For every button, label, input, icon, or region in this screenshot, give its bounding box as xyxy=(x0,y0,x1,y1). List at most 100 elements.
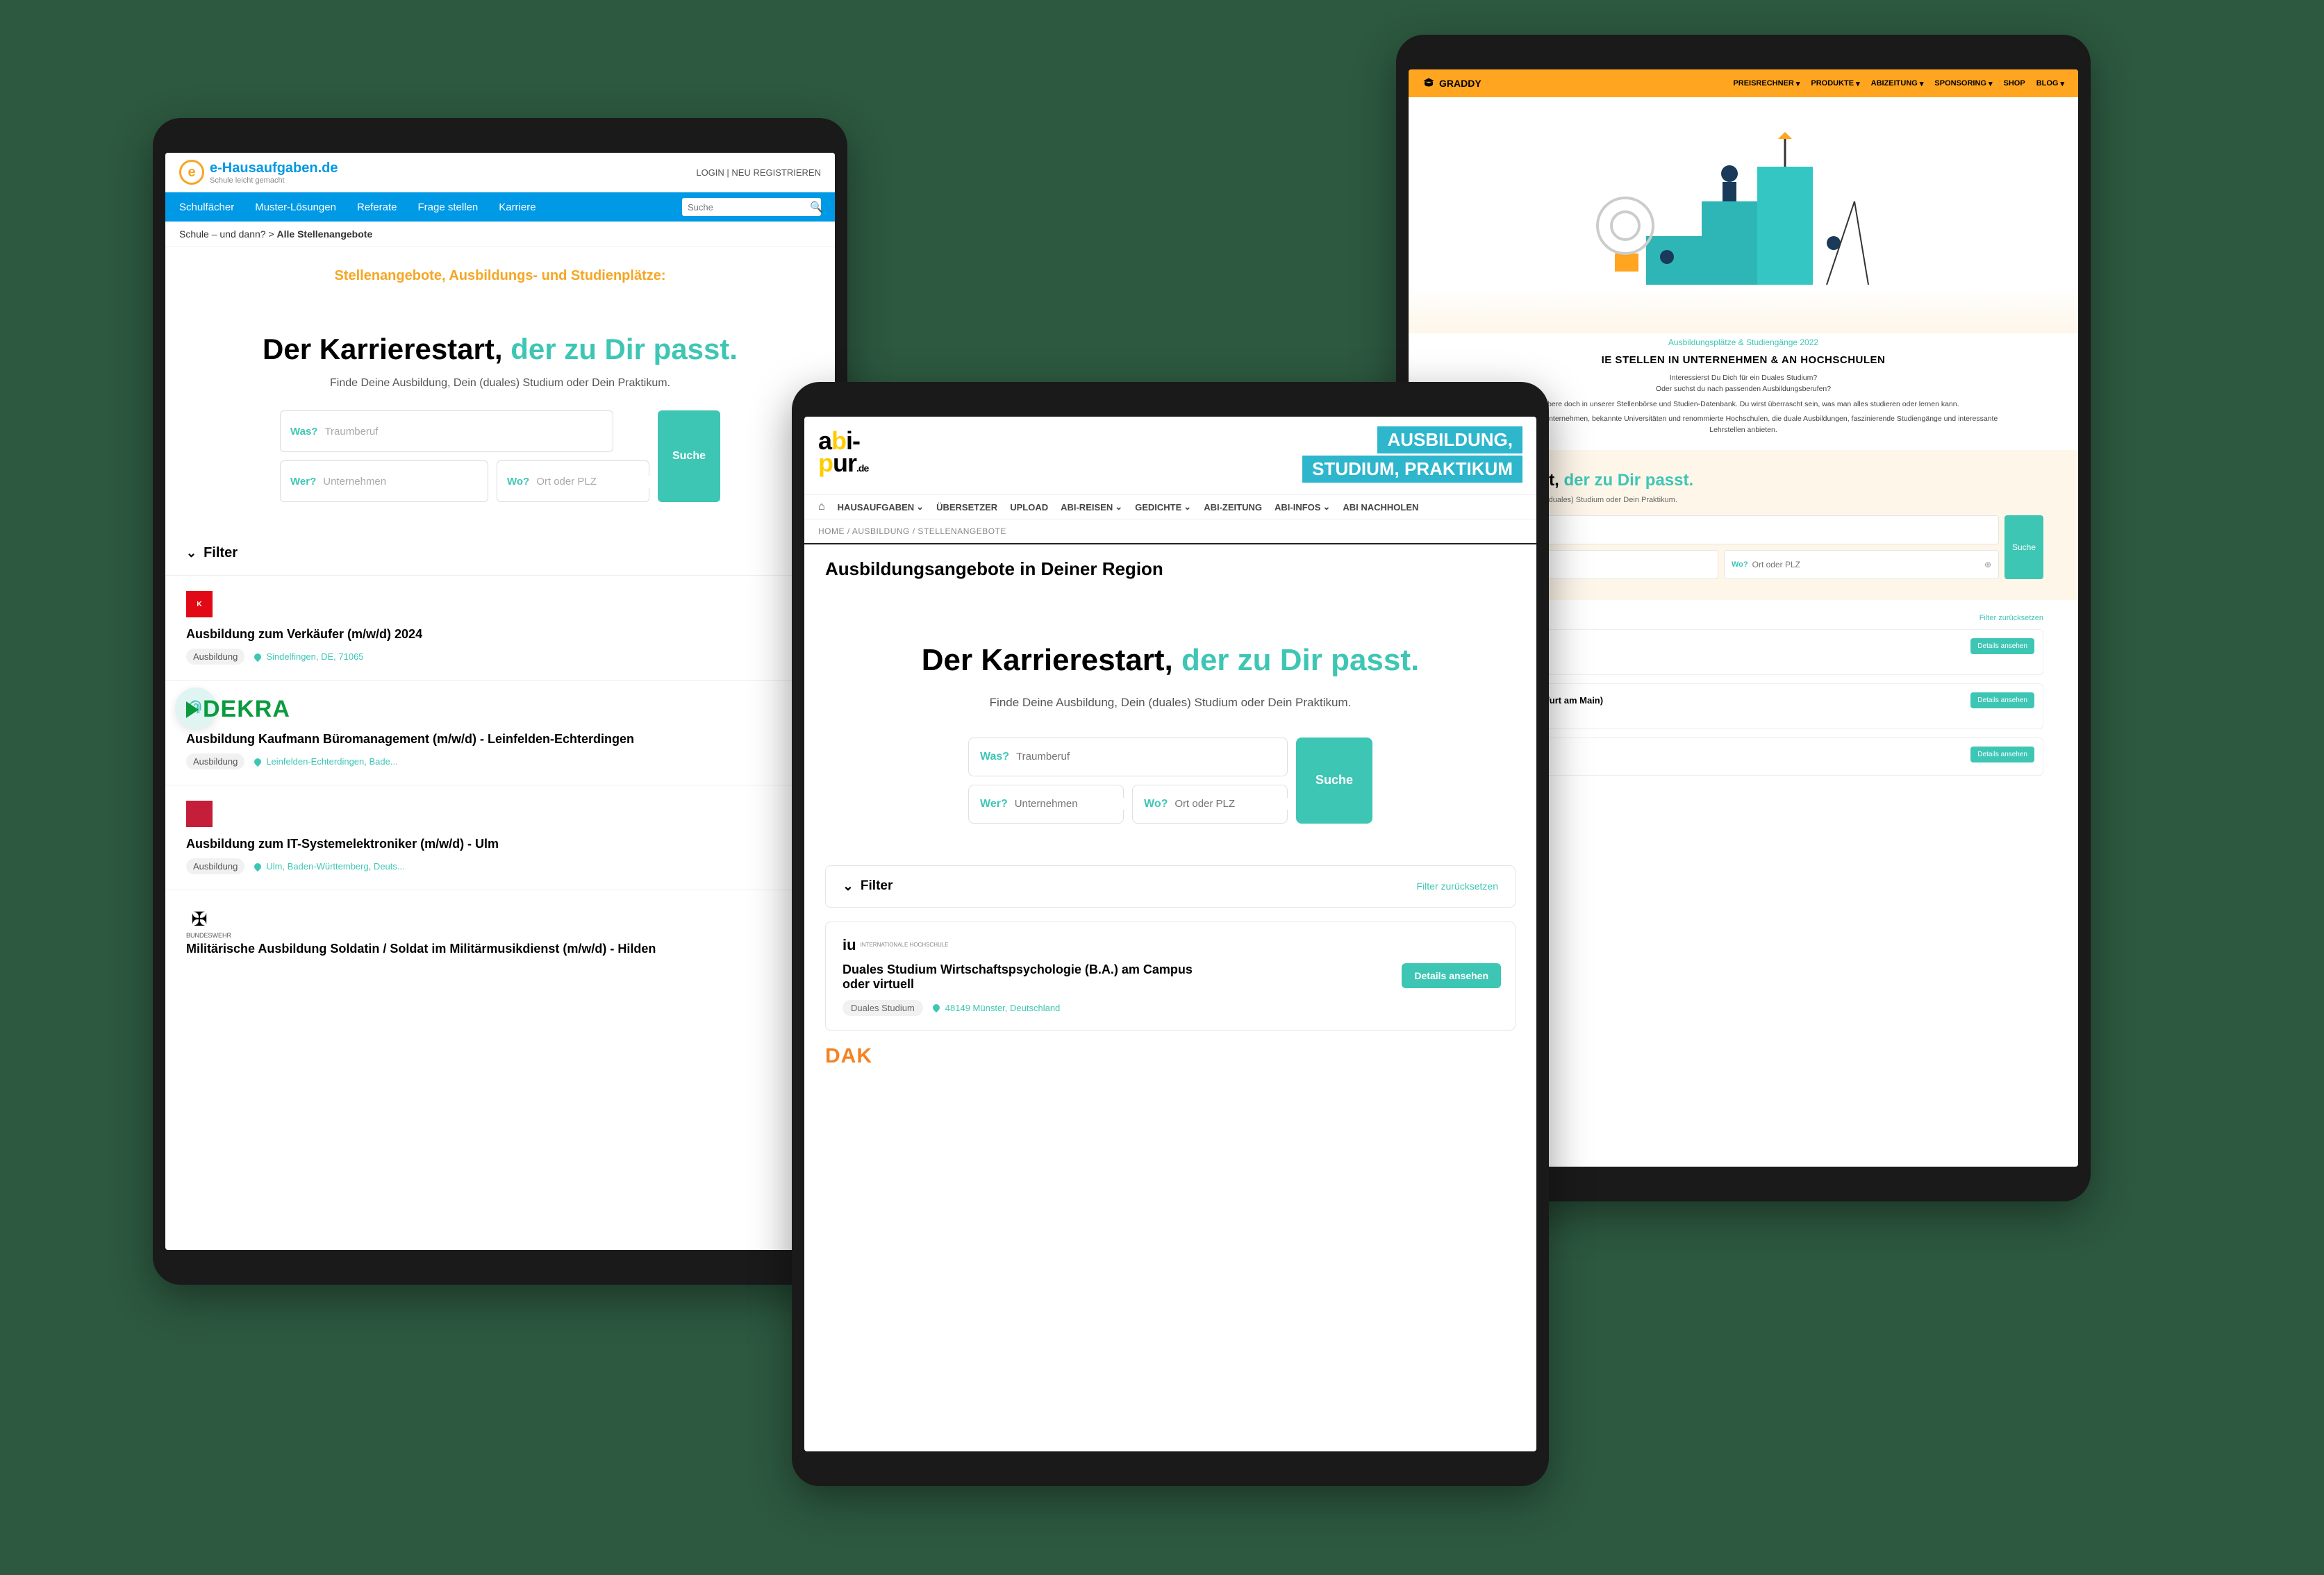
graddy-brand-text: GRADDY xyxy=(1439,78,1481,89)
ap-was-field[interactable]: Was? xyxy=(968,738,1288,776)
listing-it[interactable]: Ausbildung zum IT-Systemelektroniker (m/… xyxy=(165,785,835,890)
bundeswehr-logo-icon: ✠ xyxy=(186,906,213,932)
listing-bundeswehr[interactable]: ✠BUNDESWEHR Militärische Ausbildung Sold… xyxy=(165,890,835,978)
pin-icon xyxy=(253,861,263,871)
ehausaufgaben-screen: e e-Hausaufgaben.de Schule leicht gemach… xyxy=(165,153,835,1250)
ap-was-input[interactable] xyxy=(1016,751,1276,762)
listing-location: Sindelfingen, DE, 71065 xyxy=(254,651,363,662)
graddy-reset-link[interactable]: Filter zurücksetzen xyxy=(1979,614,2043,622)
eh-search-form: Was? Wer? Wo? ⊕ xyxy=(221,410,779,510)
wer-label: Wer? xyxy=(290,476,316,488)
wo-field[interactable]: Wo? ⊕ xyxy=(497,460,649,502)
ap-wo-field[interactable]: Wo? ⊕ xyxy=(1132,785,1288,824)
listing-location: Leinfelden-Echterdingen, Bade... xyxy=(254,756,397,767)
pin-icon xyxy=(931,1003,941,1012)
graddy-details-btn[interactable]: Details ansehen xyxy=(1970,692,2034,708)
pin-icon xyxy=(253,651,263,661)
menu-produkte[interactable]: PRODUKTE ▾ xyxy=(1811,79,1859,88)
menu-sponsoring[interactable]: SPONSORING ▾ xyxy=(1934,79,1992,88)
ap-hero-sub: Finde Deine Ausbildung, Dein (duales) St… xyxy=(874,696,1467,710)
ap-result-location: 48149 Münster, Deutschland xyxy=(933,1003,1061,1013)
eh-search-button[interactable]: Suche xyxy=(658,410,720,502)
graddy-subtitle: Ausbildungsplätze & Studiengänge 2022 xyxy=(1409,333,2078,351)
search-icon[interactable]: 🔍 xyxy=(810,201,823,213)
eh-nav-search-input[interactable] xyxy=(688,202,810,212)
nav-abireisen[interactable]: ABI-REISEN ⌄ xyxy=(1061,501,1122,512)
ap-details-button[interactable]: Details ansehen xyxy=(1402,963,1501,988)
nav-karriere[interactable]: Karriere xyxy=(499,201,536,213)
nav-uebersetzer[interactable]: ÜBERSETZER xyxy=(936,502,997,512)
nav-muster[interactable]: Muster-Lösungen xyxy=(255,201,336,213)
wer-field[interactable]: Wer? xyxy=(280,460,488,502)
nav-upload[interactable]: UPLOAD xyxy=(1010,502,1048,512)
nav-gedichte[interactable]: GEDICHTE ⌄ xyxy=(1135,501,1191,512)
login-link[interactable]: LOGIN xyxy=(696,167,724,178)
graddy-details-btn[interactable]: Details ansehen xyxy=(1970,747,2034,762)
graddy-details-btn[interactable]: Details ansehen xyxy=(1970,638,2034,654)
register-link[interactable]: NEU REGISTRIEREN xyxy=(731,167,821,178)
graddy-logo[interactable]: GRADDY xyxy=(1422,77,1481,90)
listing-tag: Ausbildung xyxy=(186,649,244,665)
abipur-logo[interactable]: abi- pur.de xyxy=(818,426,868,485)
ap-wer-label: Wer? xyxy=(980,798,1008,810)
menu-shop[interactable]: SHOP xyxy=(2004,79,2025,88)
crumb-b: Alle Stellenangebote xyxy=(277,228,373,240)
eh-logo[interactable]: e e-Hausaufgaben.de Schule leicht gemach… xyxy=(179,160,338,185)
menu-blog[interactable]: BLOG ▾ xyxy=(2036,79,2064,88)
wo-input[interactable] xyxy=(536,476,674,488)
nav-abiinfos[interactable]: ABI-INFOS ⌄ xyxy=(1275,501,1330,512)
ap-header: abi- pur.de AUSBILDUNG, STUDIUM, PRAKTIK… xyxy=(804,417,1536,494)
dekra-logo-icon: DEKRA xyxy=(186,696,814,723)
crosshair-icon[interactable]: ⊕ xyxy=(1984,560,1991,569)
ap-result-card[interactable]: iuINTERNATIONALE HOCHSCHULE Duales Studi… xyxy=(825,922,1516,1031)
wer-input[interactable] xyxy=(323,476,478,488)
filter-toggle[interactable]: ⌄ Filter xyxy=(165,531,835,575)
graddy-search-button[interactable]: Suche xyxy=(2005,515,2043,579)
was-field[interactable]: Was? xyxy=(280,410,613,452)
ap-filter-toggle[interactable]: ⌄ Filter xyxy=(843,878,893,894)
listing-tag: Ausbildung xyxy=(186,753,244,769)
graddy-wo-input[interactable] xyxy=(1752,560,1984,569)
banner-line-2: STUDIUM, PRAKTIKUM xyxy=(1302,456,1522,483)
nav-abizeitung[interactable]: ABI-ZEITUNG xyxy=(1204,502,1262,512)
graddy-illustration xyxy=(1409,97,2078,333)
breadcrumb: Schule – und dann? > Alle Stellenangebot… xyxy=(165,222,835,247)
listing-location: Ulm, Baden-Württemberg, Deuts... xyxy=(254,861,404,872)
ap-wo-input[interactable] xyxy=(1175,798,1313,810)
listing-kaufland[interactable]: K Ausbildung zum Verkäufer (m/w/d) 2024 … xyxy=(165,575,835,680)
graddy-header: GRADDY PREISRECHNER ▾ PRODUKTE ▾ ABIZEIT… xyxy=(1409,69,2078,97)
ap-breadcrumb: HOME / AUSBILDUNG / STELLENANGEBOTE xyxy=(804,519,1536,544)
ap-search-button[interactable]: Suche xyxy=(1296,738,1372,824)
ap-wer-field[interactable]: Wer? xyxy=(968,785,1124,824)
filter-label: Filter xyxy=(204,545,238,561)
graddy-wo-field[interactable]: Wo?⊕ xyxy=(1724,550,1999,579)
ap-nav: ⌂ HAUSAUFGABEN ⌄ ÜBERSETZER UPLOAD ABI-R… xyxy=(804,494,1536,519)
ap-filter-reset[interactable]: Filter zurücksetzen xyxy=(1417,881,1498,892)
home-icon[interactable]: ⌂ xyxy=(818,501,825,513)
eh-auth: LOGIN | NEU REGISTRIEREN xyxy=(696,167,821,178)
ap-filter-card[interactable]: ⌄ Filter Filter zurücksetzen xyxy=(825,865,1516,908)
ap-hero-title: Der Karrierestart, der zu Dir passt. xyxy=(874,642,1467,679)
listing-dekra[interactable]: DEKRA Ausbildung Kaufmann Büromanagement… xyxy=(165,680,835,785)
ap-result-title: Duales Studium Wirtschaftspsychologie (B… xyxy=(843,962,1218,992)
nav-abinachholen[interactable]: ABI NACHHOLEN xyxy=(1343,502,1418,512)
ap-page-title: Ausbildungsangebote in Deiner Region xyxy=(804,544,1536,594)
nav-referate[interactable]: Referate xyxy=(357,201,397,213)
menu-preisrechner[interactable]: PREISRECHNER ▾ xyxy=(1733,79,1800,88)
tablet-ehausaufgaben: e e-Hausaufgaben.de Schule leicht gemach… xyxy=(153,118,847,1285)
chevron-down-icon: ⌄ xyxy=(186,546,197,560)
nav-frage[interactable]: Frage stellen xyxy=(418,201,479,213)
ap-result-tag: Duales Studium xyxy=(843,1000,923,1016)
menu-abizeitung[interactable]: ABIZEITUNG ▾ xyxy=(1871,79,1924,88)
listing-tag: Ausbildung xyxy=(186,858,244,874)
was-input[interactable] xyxy=(324,426,603,438)
nav-schulfaecher[interactable]: Schulfächer xyxy=(179,201,234,213)
nav-hausaufgaben[interactable]: HAUSAUFGABEN ⌄ xyxy=(838,501,924,512)
listing-title: Militärische Ausbildung Soldatin / Solda… xyxy=(186,942,814,956)
ap-search-form: Was? Wer? Wo? ⊕ xyxy=(874,738,1467,824)
eh-nav-search[interactable]: 🔍 xyxy=(682,198,821,216)
ap-banner: AUSBILDUNG, STUDIUM, PRAKTIKUM xyxy=(1302,426,1522,485)
banner-line-1: AUSBILDUNG, xyxy=(1377,426,1522,453)
crumb-a[interactable]: Schule – und dann? xyxy=(179,228,266,240)
ap-hero: Der Karrierestart, der zu Dir passt. Fin… xyxy=(804,594,1536,851)
